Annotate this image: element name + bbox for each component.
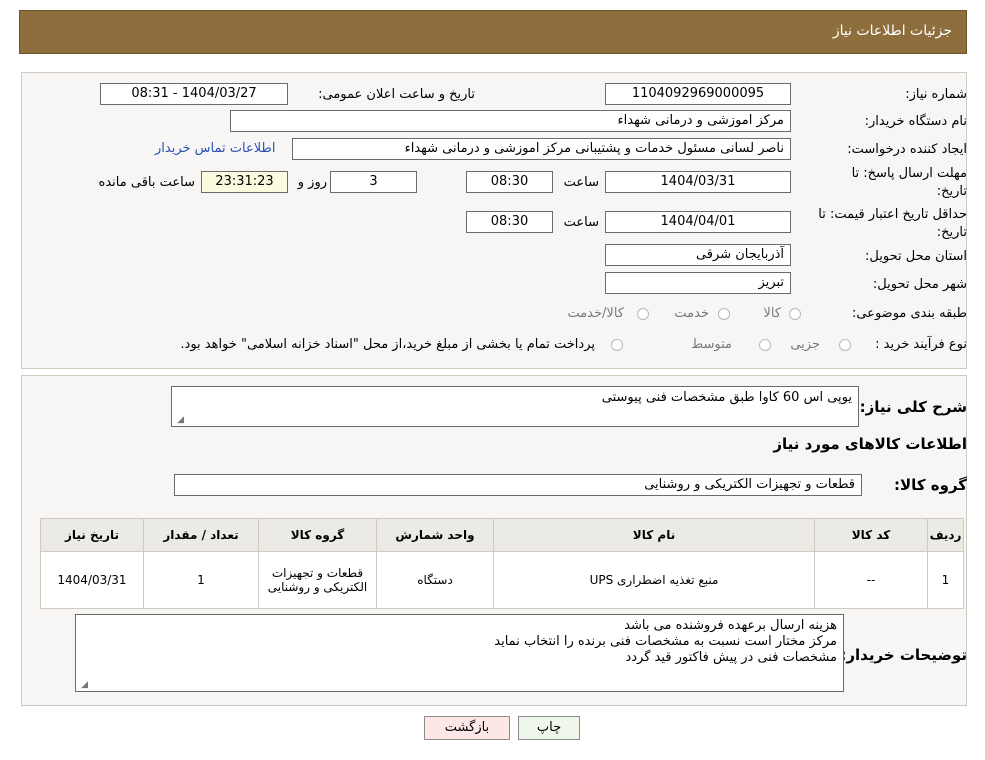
need-description-label: شرح کلی نیاز: — [859, 398, 967, 416]
cell-row: 1 — [927, 551, 964, 609]
cell-unit: دستگاه — [376, 551, 494, 609]
col-code: کد کالا — [814, 518, 928, 552]
cell-code: -- — [814, 551, 928, 609]
price-validity-label-2: تاریخ: — [936, 225, 967, 240]
days-remaining-field: 3 — [330, 171, 417, 193]
need-number-label: شماره نیاز: — [905, 87, 967, 102]
buyer-org-field: مرکز اموزشی و درمانی شهداء — [230, 110, 791, 132]
province-label: استان محل تحویل: — [865, 249, 967, 264]
process-medium-radio[interactable] — [759, 339, 771, 351]
col-unit: واحد شمارش — [376, 518, 494, 552]
province-field: آذربایجان شرقی — [605, 244, 791, 266]
category-goods-service-radio[interactable] — [637, 308, 649, 320]
back-button[interactable]: بازگشت — [424, 716, 510, 740]
col-name: نام کالا — [493, 518, 815, 552]
reply-deadline-label: مهلت ارسال پاسخ: تا — [851, 166, 967, 181]
print-button[interactable]: چاپ — [518, 716, 580, 740]
buyer-org-label: نام دستگاه خریدار: — [864, 114, 967, 129]
col-qty: تعداد / مقدار — [143, 518, 259, 552]
buyer-note-line: مشخصات فنی در پیش فاکتور قید گردد — [625, 650, 837, 665]
resize-grip-icon[interactable]: ◢ — [80, 681, 88, 690]
cell-name: منبع تغذیه اضطراری UPS — [493, 551, 815, 609]
buyer-note-line: مرکز مختار است نسبت به مشخصات فنی برنده … — [494, 634, 837, 649]
category-goods-service-label: کالا/خدمت — [567, 306, 624, 321]
table-row: 1 -- منبع تغذیه اضطراری UPS دستگاه قطعات… — [40, 551, 964, 609]
process-treasury-note: پرداخت تمام یا بخشی از مبلغ خرید،از محل … — [180, 337, 595, 352]
countdown-timer: 23:31:23 — [201, 171, 288, 193]
price-validity-label: حداقل تاریخ اعتبار قیمت: تا — [818, 207, 967, 222]
page-header: جزئیات اطلاعات نیاز — [19, 10, 967, 54]
goods-group-label: گروه کالا: — [894, 476, 967, 494]
resize-grip-icon[interactable]: ◢ — [176, 416, 184, 425]
city-field: تبریز — [605, 272, 791, 294]
remaining-label: ساعت باقی مانده — [98, 175, 195, 190]
process-minor-label: جزیی — [790, 337, 820, 352]
goods-table: ردیف کد کالا نام کالا واحد شمارش گروه کا… — [40, 518, 964, 609]
category-goods-radio[interactable] — [789, 308, 801, 320]
reply-time-field: 08:30 — [466, 171, 553, 193]
goods-table-header: ردیف کد کالا نام کالا واحد شمارش گروه کا… — [40, 518, 964, 552]
announce-datetime-field: 1404/03/27 - 08:31 — [100, 83, 288, 105]
page-title: جزئیات اطلاعات نیاز — [832, 23, 952, 39]
price-time-field: 08:30 — [466, 211, 553, 233]
category-service-label: خدمت — [674, 306, 709, 321]
reply-deadline-label-2: تاریخ: — [936, 184, 967, 199]
col-date: تاریخ نیاز — [40, 518, 144, 552]
goods-info-title: اطلاعات کالاهای مورد نیاز — [773, 435, 967, 453]
buyer-contact-link[interactable]: اطلاعات تماس خریدار — [155, 141, 275, 156]
process-type-label: نوع فرآیند خرید : — [875, 337, 967, 352]
need-number-field: 1104092969000095 — [605, 83, 791, 105]
process-medium-label: متوسط — [691, 337, 732, 352]
goods-group-field: قطعات و تجهیزات الکتریکی و روشنایی — [174, 474, 862, 496]
process-minor-radio[interactable] — [839, 339, 851, 351]
days-label: روز و — [297, 175, 327, 190]
city-label: شهر محل تحویل: — [872, 277, 967, 292]
category-service-radio[interactable] — [718, 308, 730, 320]
price-time-label: ساعت — [563, 215, 599, 230]
need-description-textarea[interactable]: یوپی اس 60 کاوا طبق مشخصات فنی پیوستی ◢ — [171, 386, 859, 427]
reply-time-label: ساعت — [563, 175, 599, 190]
process-treasury-radio[interactable] — [611, 339, 623, 351]
col-row: ردیف — [927, 518, 964, 552]
need-description-text: یوپی اس 60 کاوا طبق مشخصات فنی پیوستی — [601, 390, 852, 405]
creator-field: ناصر لسانی مسئول خدمات و پشتیبانی مرکز ا… — [292, 138, 791, 160]
cell-date: 1404/03/31 — [40, 551, 144, 609]
buyer-note-line: هزینه ارسال برعهده فروشنده می باشد — [624, 618, 837, 633]
category-goods-label: کالا — [763, 306, 781, 321]
cell-group: قطعات و تجهیزات الکتریکی و روشنایی — [258, 551, 377, 609]
category-label: طبقه بندی موضوعی: — [851, 306, 967, 321]
reply-date-field: 1404/03/31 — [605, 171, 791, 193]
creator-label: ایجاد کننده درخواست: — [847, 142, 967, 157]
buyer-notes-label: توضیحات خریدار: — [840, 646, 967, 664]
price-date-field: 1404/04/01 — [605, 211, 791, 233]
announce-label: تاریخ و ساعت اعلان عمومی: — [318, 87, 475, 102]
cell-qty: 1 — [143, 551, 259, 609]
col-group: گروه کالا — [258, 518, 377, 552]
buyer-notes-textarea[interactable]: هزینه ارسال برعهده فروشنده می باشد مرکز … — [75, 614, 844, 692]
